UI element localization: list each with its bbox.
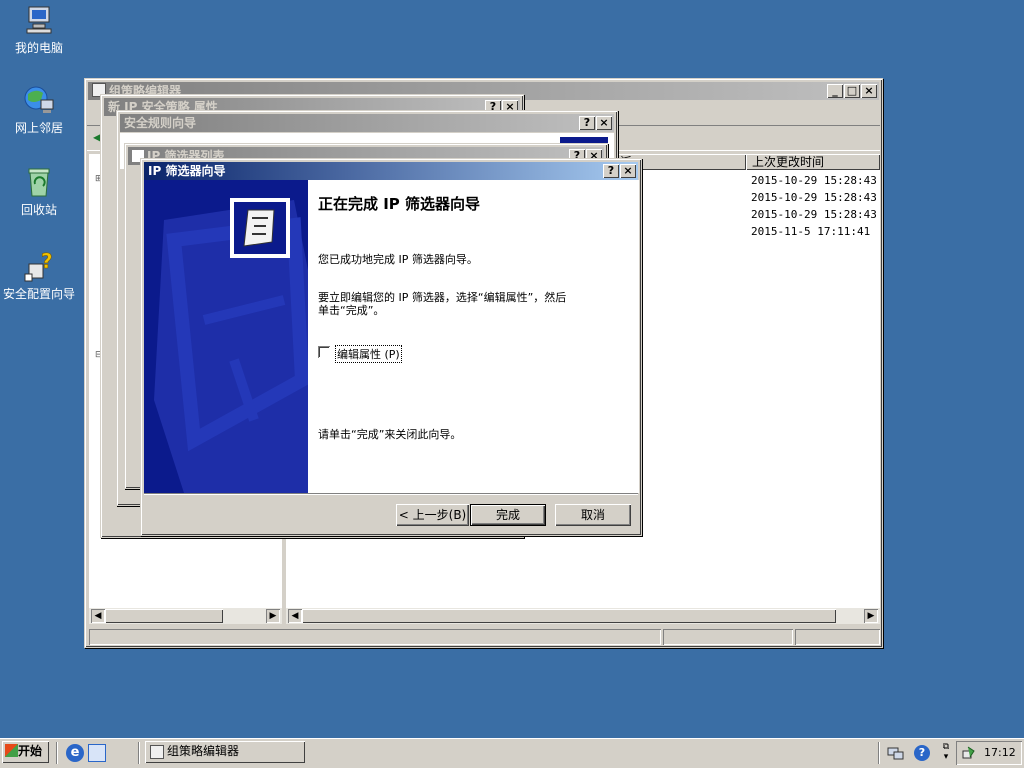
system-tray: 17:12 — [956, 741, 1022, 765]
list-hscrollbar[interactable]: ◀ ▶ — [286, 608, 880, 624]
help-button[interactable]: ? — [579, 116, 595, 130]
taskbar-separator — [56, 742, 58, 764]
close-button[interactable]: × — [596, 116, 612, 130]
back-button[interactable]: < 上一步(B) — [396, 504, 469, 526]
finish-button[interactable]: 完成 — [470, 504, 546, 526]
desktop-icon-label: 安全配置向导 — [2, 287, 75, 301]
wizard-message-1: 您已成功地完成 IP 筛选器向导。 — [318, 253, 478, 266]
internet-explorer-icon[interactable]: e — [66, 744, 84, 762]
taskbar: 开始 e 组策略编辑器 ? ⧉ ▾ 17:12 — [0, 738, 1024, 768]
wizard-message-2-line-1: 要立即编辑您的 IP 筛选器，选择“编辑属性”，然后 — [318, 291, 567, 304]
clock[interactable]: 17:12 — [984, 746, 1016, 759]
windows-logo-icon — [5, 744, 18, 757]
help-button[interactable]: ? — [603, 164, 619, 178]
rule-wizard-titlebar: 安全规则向导 ? × — [120, 114, 614, 132]
wizard-title: IP 筛选器向导 — [148, 164, 226, 178]
recycle-bin-icon — [23, 166, 55, 198]
window-switch-icon[interactable]: ⧉ ▾ — [940, 742, 952, 764]
maximize-button[interactable]: □ — [844, 84, 860, 98]
scroll-left-icon[interactable]: ◀ — [288, 609, 302, 623]
close-button[interactable]: × — [861, 84, 877, 98]
status-pane — [89, 629, 661, 645]
status-pane — [795, 629, 880, 645]
wizard-content: 正在完成 IP 筛选器向导 您已成功地完成 IP 筛选器向导。 要立即编辑您的 … — [308, 180, 639, 493]
table-row[interactable]: 2015-11-5 17:11:41 — [751, 223, 877, 240]
table-row[interactable]: 2015-10-29 15:28:43 — [751, 172, 877, 189]
desktop-icon-network-places[interactable]: 网上邻居 — [0, 84, 78, 136]
status-pane — [663, 629, 793, 645]
wizard-message-3: 请单击“完成”来关闭此向导。 — [318, 428, 462, 441]
desktop-icon-my-computer[interactable]: 我的电脑 — [0, 4, 78, 56]
close-button[interactable]: × — [620, 164, 636, 178]
tree-hscrollbar[interactable]: ◀ ▶ — [89, 608, 282, 624]
wizard-banner-art — [154, 198, 308, 493]
table-row[interactable]: 2015-10-29 15:28:43 — [751, 189, 877, 206]
desktop-icon-label: 网上邻居 — [14, 121, 63, 135]
edit-properties-label[interactable]: 编辑属性 (P) — [335, 345, 402, 363]
desktop: { "desktop": { "icons": [ {"label": "我的电… — [0, 0, 1024, 768]
wizard-heading: 正在完成 IP 筛选器向导 — [318, 195, 481, 213]
wizard-message-2-line-2: 单击“完成”。 — [318, 304, 385, 317]
column-header-modified[interactable]: 上次更改时间 — [746, 154, 880, 170]
wizard-banner — [144, 180, 308, 493]
scroll-right-icon[interactable]: ▶ — [864, 609, 878, 623]
wizard-titlebar: IP 筛选器向导 ? × — [144, 162, 638, 180]
network-tray-icon[interactable] — [886, 746, 904, 760]
policy-icon — [150, 745, 164, 759]
modified-column: 2015-10-29 15:28:43 2015-10-29 15:28:43 … — [751, 172, 877, 240]
scroll-thumb[interactable] — [105, 609, 223, 623]
security-wizard-icon: ? — [23, 249, 55, 282]
cancel-button[interactable]: 取消 — [555, 504, 631, 526]
svg-text:?: ? — [41, 250, 53, 273]
start-label: 开始 — [18, 744, 43, 758]
start-button[interactable]: 开始 — [2, 741, 49, 763]
minimize-button[interactable]: _ — [827, 84, 843, 98]
wizard-divider — [144, 493, 638, 495]
task-group-policy-editor[interactable]: 组策略编辑器 — [145, 741, 305, 763]
ip-filter-wizard-dialog: IP 筛选器向导 ? × 正在完成 IP 筛选器向导 您已成功地完成 IP 筛选… — [140, 158, 642, 536]
desktop-icon-label: 回收站 — [20, 203, 57, 217]
task-label: 组策略编辑器 — [167, 744, 240, 758]
help-tray-icon[interactable]: ? — [914, 745, 930, 761]
scroll-left-icon[interactable]: ◀ — [91, 609, 105, 623]
taskbar-separator — [138, 742, 140, 764]
wizard-message-2: 要立即编辑您的 IP 筛选器，选择“编辑属性”，然后 单击“完成”。 — [318, 291, 566, 317]
explorer-icon[interactable] — [88, 744, 106, 762]
taskbar-separator — [878, 742, 880, 764]
rule-wizard-title: 安全规则向导 — [124, 116, 197, 130]
security-tray-icon[interactable] — [962, 745, 976, 759]
desktop-icon-security-wizard[interactable]: ? 安全配置向导 — [0, 249, 78, 302]
network-places-icon — [23, 84, 55, 116]
table-row[interactable]: 2015-10-29 15:28:43 — [751, 206, 877, 223]
scroll-right-icon[interactable]: ▶ — [266, 609, 280, 623]
desktop-icon-label: 我的电脑 — [14, 41, 63, 55]
edit-properties-checkbox[interactable] — [318, 346, 330, 358]
desktop-icon-recycle-bin[interactable]: 回收站 — [0, 166, 78, 218]
my-computer-icon — [23, 4, 55, 36]
scroll-thumb[interactable] — [302, 609, 836, 623]
